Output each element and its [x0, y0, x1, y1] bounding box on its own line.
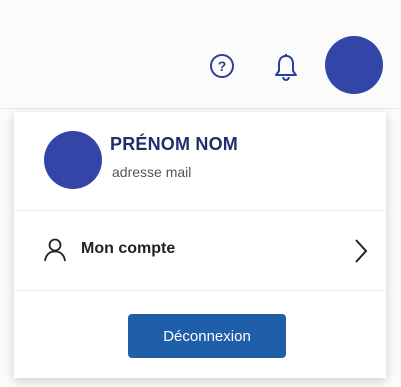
user-name: PRÉNOM NOM: [110, 134, 238, 154]
chevron-right-icon: [353, 238, 369, 264]
svg-text:?: ?: [218, 58, 227, 74]
user-avatar: [44, 131, 102, 189]
logout-button[interactable]: Déconnexion: [128, 314, 286, 358]
divider: [0, 108, 401, 109]
help-icon[interactable]: ?: [207, 51, 237, 81]
user-menu-panel: PRÉNOM NOM adresse mail Mon compte Décon…: [14, 112, 386, 378]
avatar[interactable]: [325, 36, 383, 94]
user-icon: [42, 237, 68, 263]
my-account-label: Mon compte: [81, 240, 176, 257]
divider: [14, 290, 386, 291]
user-email: adresse mail: [112, 164, 192, 180]
bell-icon[interactable]: [271, 51, 301, 83]
top-bar: ?: [0, 0, 401, 110]
my-account-item[interactable]: Mon compte: [14, 211, 386, 290]
